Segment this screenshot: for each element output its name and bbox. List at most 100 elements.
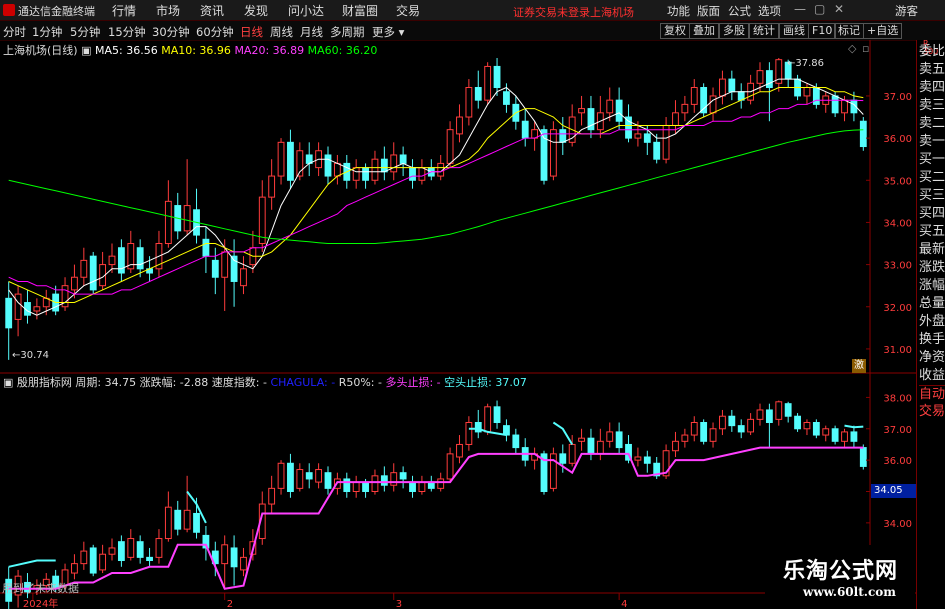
guest-label[interactable]: 游客: [895, 3, 918, 19]
menu-market-quotes[interactable]: 行情: [112, 2, 136, 19]
menu-functions[interactable]: 功能: [667, 3, 690, 19]
main-candle: [117, 239, 125, 282]
overlay-button[interactable]: 叠加: [689, 23, 719, 39]
menu-discover[interactable]: 发现: [244, 2, 268, 19]
menu-trade[interactable]: 交易: [396, 2, 420, 19]
period-tab-1min[interactable]: 1分钟: [32, 24, 62, 40]
main-candle-body: [493, 65, 501, 89]
close-icon[interactable]: ✕: [834, 2, 844, 16]
side-auto[interactable]: 自动: [919, 385, 945, 404]
main-candle-body: [549, 129, 557, 177]
side-item-sell5[interactable]: 卖五: [919, 61, 945, 79]
menu-ask-xiaoda[interactable]: 问小达: [288, 2, 324, 19]
menu-options[interactable]: 选项: [758, 3, 781, 19]
f10-button[interactable]: F10: [808, 23, 837, 39]
period-tab-60min[interactable]: 60分钟: [196, 24, 234, 40]
period-tab-intraday[interactable]: 分时: [3, 24, 26, 40]
main-y-tick-label: 36.00: [883, 134, 912, 145]
sub-candle: [268, 475, 276, 514]
period-tab-weekly[interactable]: 周线: [270, 24, 293, 40]
side-item-change[interactable]: 涨跌: [919, 259, 945, 277]
sub-candle: [690, 416, 698, 442]
main-candle: [136, 239, 144, 278]
period-tab-30min[interactable]: 30分钟: [152, 24, 190, 40]
main-y-tick-label: 37.00: [883, 92, 912, 103]
side-item-volume[interactable]: 总量: [919, 295, 945, 313]
sub-candle-body: [803, 422, 811, 430]
multi-stock-button[interactable]: 多股: [719, 23, 749, 39]
main-candle-body: [418, 167, 426, 181]
menu-formula[interactable]: 公式: [728, 3, 751, 19]
period-tab-daily[interactable]: 日线: [240, 24, 263, 40]
sub-candle: [765, 403, 773, 448]
period-tab-5min[interactable]: 5分钟: [70, 24, 100, 40]
period-tab-15min[interactable]: 15分钟: [108, 24, 146, 40]
side-item-sell4[interactable]: 卖四: [919, 79, 945, 97]
sub-candle: [465, 416, 473, 451]
side-trade[interactable]: 交易: [919, 403, 945, 421]
add-watchlist-button[interactable]: +自选: [863, 23, 903, 39]
sub-settings-icon[interactable]: ▣: [3, 376, 13, 389]
main-candle: [521, 108, 529, 147]
minimize-icon[interactable]: —: [794, 2, 806, 16]
sub-candle-body: [268, 487, 276, 505]
sub-candle: [841, 428, 848, 448]
sub-candle-body: [512, 434, 520, 449]
sub-candle: [418, 475, 426, 495]
side-item-earnings[interactable]: 收益: [919, 367, 945, 385]
sub-candle: [784, 401, 792, 423]
settings-small-icon[interactable]: ▣: [81, 44, 91, 57]
side-item-buy4[interactable]: 买四: [919, 205, 945, 223]
side-item-outer[interactable]: 外盘: [919, 313, 945, 331]
side-item-sell2[interactable]: 卖二: [919, 115, 945, 133]
adjust-rights-button[interactable]: 复权: [660, 23, 690, 39]
activate-badge[interactable]: 激: [852, 359, 866, 373]
chart-area[interactable]: 37.00 36.00 35.00 34.00 33.00 32.00 31.00 38.00…: [0, 40, 916, 609]
menu-wealth-circle[interactable]: 财富圈: [342, 2, 378, 19]
side-item-buy5[interactable]: 买五: [919, 223, 945, 241]
main-candle-body: [33, 306, 41, 312]
sub-candle-body: [709, 428, 717, 442]
side-item-weibi[interactable]: 委比: [919, 43, 945, 61]
statistics-button[interactable]: 统计: [749, 23, 779, 39]
minimize-panel-icon[interactable]: ▫: [862, 42, 869, 55]
main-candle-body: [765, 70, 773, 89]
main-candle: [211, 247, 219, 295]
sub-candle-body: [634, 456, 642, 461]
main-candle: [747, 74, 755, 105]
period-tab-more[interactable]: 更多 ▾: [372, 24, 404, 40]
sub-candle-body: [352, 481, 360, 493]
side-item-buy2[interactable]: 买二: [919, 169, 945, 187]
diamond-icon[interactable]: ◇: [848, 42, 856, 55]
main-candle-body: [859, 120, 867, 148]
period-tab-multi[interactable]: 多周期: [330, 24, 365, 40]
main-candle: [164, 180, 172, 248]
side-item-buy3[interactable]: 买三: [919, 187, 945, 205]
broker-login-warning[interactable]: 证券交易未登录: [513, 4, 590, 20]
side-item-latest[interactable]: 最新: [919, 241, 945, 259]
main-candle: [80, 247, 88, 286]
menu-market[interactable]: 市场: [156, 2, 180, 19]
side-item-sell1[interactable]: 卖一: [919, 133, 945, 151]
maximize-icon[interactable]: ▢: [814, 2, 825, 16]
side-item-net-asset[interactable]: 净资: [919, 349, 945, 367]
mark-button[interactable]: 标记: [834, 23, 864, 39]
sub-candle-body: [794, 415, 801, 430]
sub-candle: [512, 428, 520, 454]
main-candle: [202, 226, 210, 274]
draw-line-button[interactable]: 画线: [779, 23, 809, 39]
side-item-change-pct[interactable]: 涨幅: [919, 277, 945, 295]
main-candle: [399, 146, 407, 177]
side-item-buy1[interactable]: 买一: [919, 151, 945, 169]
sub-candle: [117, 535, 125, 567]
chart-title: 上海机场(日线): [3, 44, 78, 57]
menu-news[interactable]: 资讯: [200, 2, 224, 19]
main-candle-body: [662, 124, 670, 160]
menu-layout[interactable]: 版面: [697, 3, 720, 19]
sub-candle-body: [409, 481, 416, 493]
main-candle-body: [5, 297, 13, 329]
side-item-turnover[interactable]: 换手: [919, 331, 945, 349]
axes: 37.00 36.00 35.00 34.00 33.00 32.00 31.00 38.00…: [23, 92, 912, 609]
period-tab-monthly[interactable]: 月线: [300, 24, 323, 40]
side-item-sell3[interactable]: 卖三: [919, 97, 945, 115]
